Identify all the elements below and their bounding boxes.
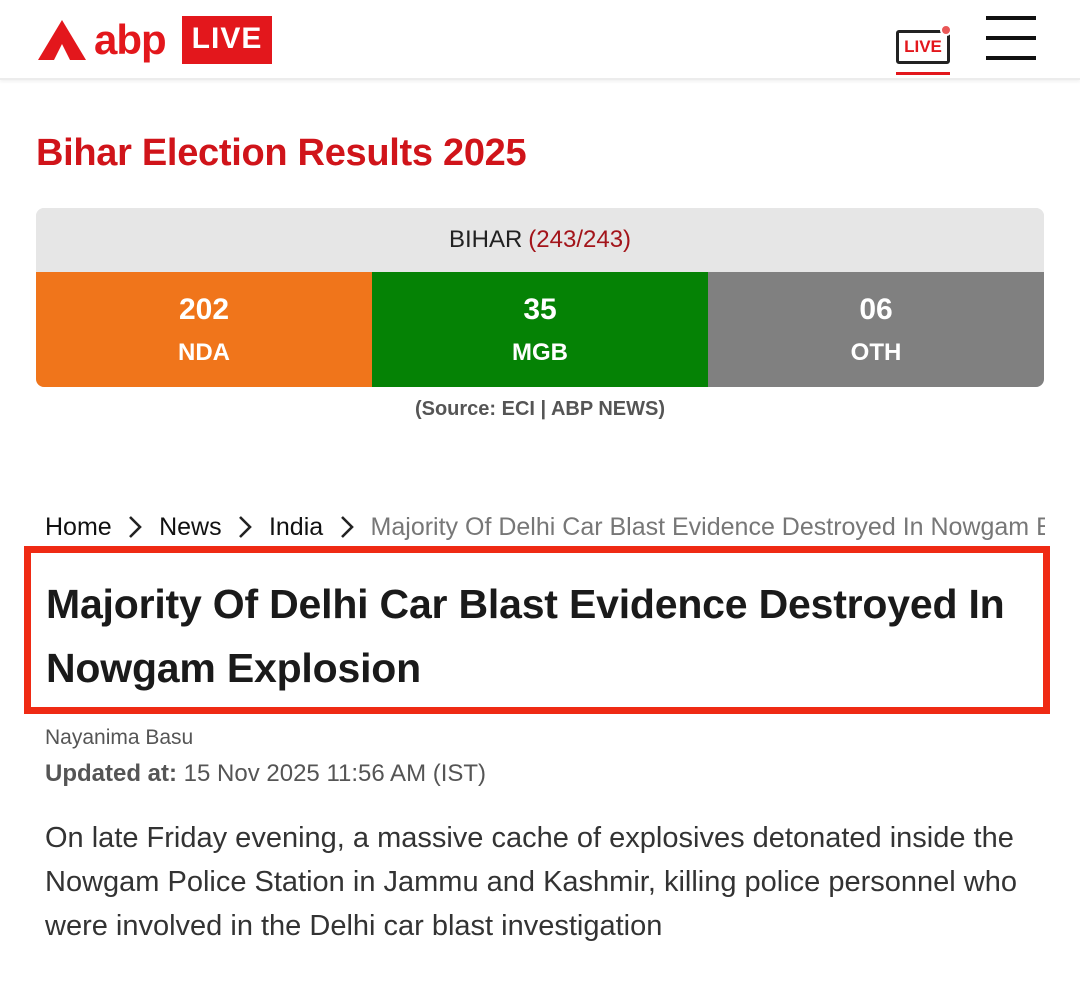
party-seats: 06 <box>859 292 893 326</box>
article-headline: Majority Of Delhi Car Blast Evidence Des… <box>46 581 1005 691</box>
election-widget-title[interactable]: Bihar Election Results 2025 <box>36 132 527 175</box>
party-tally-mgb: 35 MGB <box>372 272 708 387</box>
results-source: (Source: ECI | ABP NEWS) <box>414 398 666 420</box>
article-summary: On late Friday evening, a massive cache … <box>45 822 1017 942</box>
breadcrumb-news-link[interactable]: News <box>159 513 222 542</box>
election-state-header: BIHAR (243/243) <box>36 208 1044 272</box>
breadcrumb: Home News India Majority Of Delhi Car Bl… <box>45 510 1045 544</box>
abp-live-logo[interactable]: abp LIVE <box>36 16 273 64</box>
live-tv-button[interactable]: LIVE <box>888 20 958 82</box>
chevron-right-icon <box>331 514 362 540</box>
party-tally-nda: 202 NDA <box>36 272 372 387</box>
chevron-right-icon <box>120 514 151 540</box>
updated-value: 15 Nov 2025 11:56 AM (IST) <box>177 760 487 787</box>
logo-live-badge: LIVE <box>181 16 273 64</box>
site-header: abp LIVE LIVE <box>0 0 1080 80</box>
breadcrumb-india-link[interactable]: India <box>269 513 323 542</box>
seats-declared-count: (243/243) <box>528 226 632 253</box>
party-tally-oth: 06 OTH <box>708 272 1044 387</box>
article-author[interactable]: Nayanima Basu <box>45 726 193 750</box>
live-tv-underline <box>896 72 950 75</box>
party-seats: 35 <box>523 292 557 326</box>
hamburger-menu-icon[interactable] <box>986 16 1036 60</box>
live-tv-label: LIVE <box>904 37 942 56</box>
party-name: MGB <box>512 338 568 366</box>
election-results-card[interactable]: BIHAR (243/243) 202 NDA 35 MGB 06 OTH <box>36 208 1044 387</box>
party-tally-row: 202 NDA 35 MGB 06 OTH <box>36 272 1044 387</box>
party-name: OTH <box>850 338 902 366</box>
abp-triangle-logo-icon <box>36 18 88 62</box>
breadcrumb-current-page: Majority Of Delhi Car Blast Evidence Des… <box>370 512 1045 541</box>
updated-label: Updated at: <box>45 760 177 787</box>
breadcrumb-home-link[interactable]: Home <box>45 513 112 542</box>
logo-wordmark: abp <box>94 16 167 63</box>
live-indicator-dot <box>940 24 952 36</box>
party-seats: 202 <box>178 292 230 326</box>
party-name: NDA <box>178 338 230 366</box>
article-updated-time: Updated at: 15 Nov 2025 11:56 AM (IST) <box>45 760 486 788</box>
state-name: BIHAR <box>448 226 523 253</box>
chevron-right-icon <box>230 514 261 540</box>
